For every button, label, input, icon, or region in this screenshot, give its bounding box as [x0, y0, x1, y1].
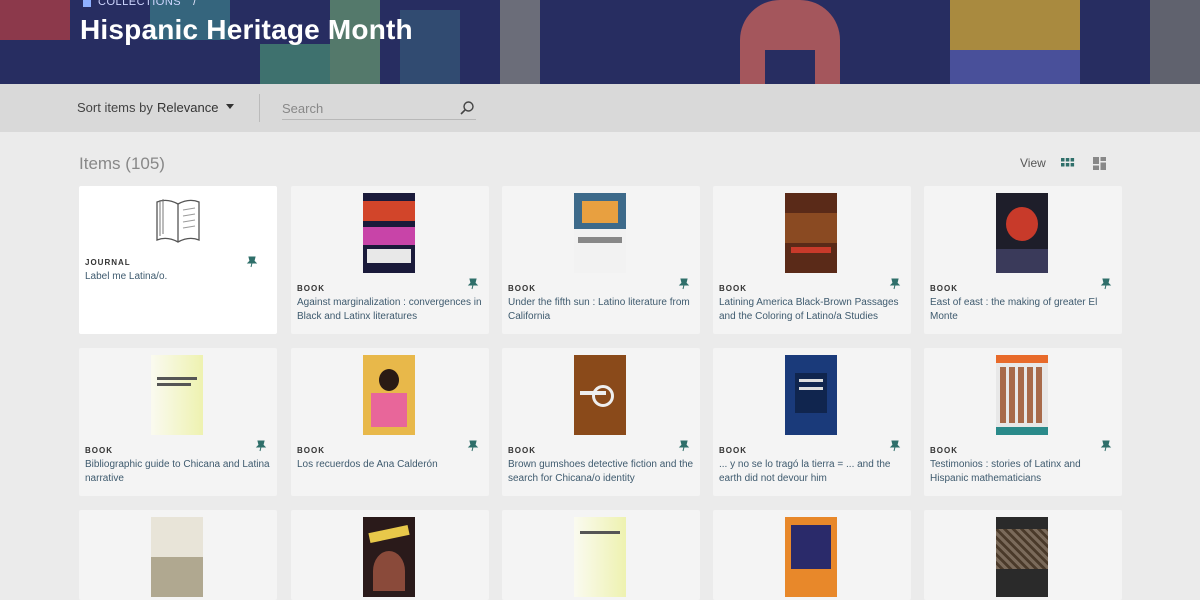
- book-cover: [151, 517, 203, 597]
- search-input[interactable]: [282, 98, 476, 120]
- book-cover: [574, 517, 626, 597]
- item-title[interactable]: Latining America Black-Brown Passages an…: [719, 296, 905, 324]
- item-title[interactable]: Under the fifth sun : Latino literature …: [508, 296, 694, 324]
- book-cover: [151, 355, 203, 435]
- sort-dropdown[interactable]: Relevance: [157, 100, 218, 115]
- breadcrumb-separator: /: [193, 0, 197, 8]
- collection-banner: Collections / Hispanic Heritage Month: [0, 0, 1200, 84]
- home-icon: [83, 0, 91, 7]
- book-cover: [785, 355, 837, 435]
- book-cover: [996, 355, 1048, 435]
- breadcrumb-collections-link[interactable]: Collections: [98, 0, 181, 8]
- item-card[interactable]: BOOK Latining America Black-Brown Passag…: [713, 186, 911, 334]
- page-title: Hispanic Heritage Month: [80, 14, 413, 45]
- item-type: JOURNAL: [85, 258, 131, 267]
- pin-icon[interactable]: [255, 440, 267, 452]
- item-title[interactable]: Against marginalization : convergences i…: [297, 296, 483, 324]
- item-card[interactable]: [502, 510, 700, 600]
- list-view-icon[interactable]: [1092, 156, 1107, 171]
- item-card[interactable]: BOOK Brown gumshoes detective fiction an…: [502, 348, 700, 496]
- item-card[interactable]: [79, 510, 277, 600]
- item-title[interactable]: ... y no se lo tragó la tierra = ... and…: [719, 458, 905, 486]
- book-cover: [363, 517, 415, 597]
- item-card[interactable]: BOOK Los recuerdos de Ana Calderón: [291, 348, 489, 496]
- grid-view-icon[interactable]: [1060, 156, 1075, 171]
- item-type: BOOK: [719, 284, 747, 293]
- pin-icon[interactable]: [246, 256, 258, 268]
- item-title[interactable]: Bibliographic guide to Chicana and Latin…: [85, 458, 271, 486]
- item-type: BOOK: [297, 284, 325, 293]
- item-card[interactable]: BOOK Under the fifth sun : Latino litera…: [502, 186, 700, 334]
- pin-icon[interactable]: [889, 440, 901, 452]
- item-card[interactable]: [713, 510, 911, 600]
- book-cover: [574, 355, 626, 435]
- book-cover: [363, 193, 415, 273]
- pin-icon[interactable]: [678, 278, 690, 290]
- item-type: BOOK: [85, 446, 113, 455]
- view-label: View: [1020, 156, 1046, 170]
- item-title[interactable]: Los recuerdos de Ana Calderón: [297, 458, 483, 472]
- item-card[interactable]: BOOK Testimonios : stories of Latinx and…: [924, 348, 1122, 496]
- item-type: BOOK: [930, 446, 958, 455]
- items-count: Items (105): [79, 154, 165, 173]
- item-card[interactable]: BOOK Against marginalization : convergen…: [291, 186, 489, 334]
- pin-icon[interactable]: [1100, 278, 1112, 290]
- toolbar-divider: [259, 94, 260, 122]
- item-type: BOOK: [297, 446, 325, 455]
- item-type: BOOK: [508, 284, 536, 293]
- book-cover: [574, 193, 626, 273]
- book-cover: [785, 193, 837, 273]
- toolbar: Sort items by Relevance: [0, 84, 1200, 132]
- item-card[interactable]: BOOK ... y no se lo tragó la tierra = ..…: [713, 348, 911, 496]
- item-type: BOOK: [719, 446, 747, 455]
- item-card[interactable]: [924, 510, 1122, 600]
- item-card[interactable]: BOOK Bibliographic guide to Chicana and …: [79, 348, 277, 496]
- search-icon[interactable]: [459, 100, 475, 116]
- item-title[interactable]: Brown gumshoes detective fiction and the…: [508, 458, 694, 486]
- item-card[interactable]: [291, 510, 489, 600]
- book-cover: [363, 355, 415, 435]
- item-card[interactable]: JOURNAL Label me Latina/o.: [79, 186, 277, 334]
- sort-label: Sort items by: [77, 100, 153, 115]
- item-title[interactable]: Label me Latina/o.: [85, 270, 271, 284]
- pin-icon[interactable]: [467, 440, 479, 452]
- item-type: BOOK: [930, 284, 958, 293]
- pin-icon[interactable]: [467, 278, 479, 290]
- breadcrumb[interactable]: Collections /: [82, 0, 197, 8]
- pin-icon[interactable]: [889, 278, 901, 290]
- book-cover: [996, 193, 1048, 273]
- item-title[interactable]: East of east : the making of greater El …: [930, 296, 1116, 324]
- book-cover: [785, 517, 837, 597]
- pin-icon[interactable]: [1100, 440, 1112, 452]
- item-type: BOOK: [508, 446, 536, 455]
- caret-down-icon[interactable]: [226, 104, 234, 109]
- open-book-icon: [156, 199, 200, 243]
- item-card[interactable]: BOOK East of east : the making of greate…: [924, 186, 1122, 334]
- pin-icon[interactable]: [678, 440, 690, 452]
- item-title[interactable]: Testimonios : stories of Latinx and Hisp…: [930, 458, 1116, 486]
- book-cover: [996, 517, 1048, 597]
